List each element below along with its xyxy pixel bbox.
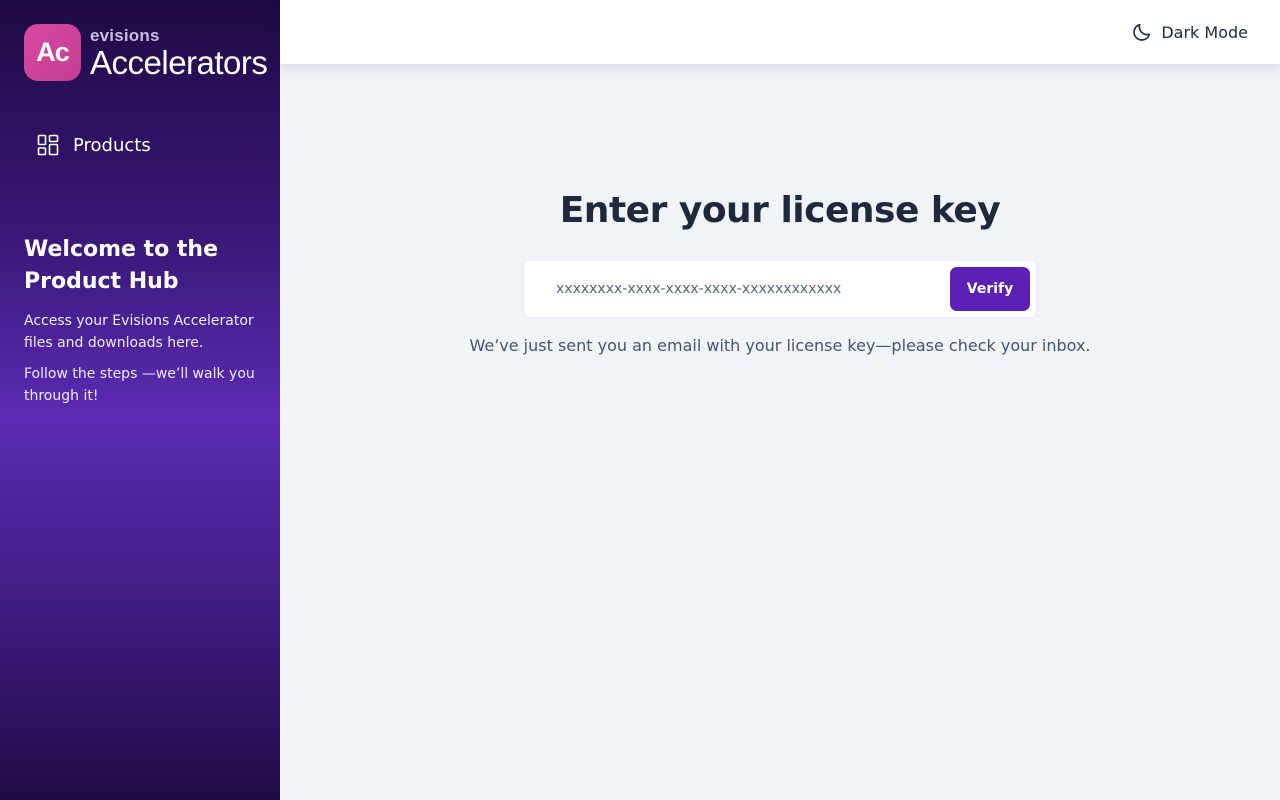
welcome-text-1: Access your Evisions Accelerator files a… [24, 313, 254, 351]
welcome-title: Welcome to the Product Hub [24, 237, 218, 294]
sidebar-item-products[interactable]: Products [36, 133, 151, 157]
dark-mode-label: Dark Mode [1161, 22, 1248, 42]
license-key-form: Verify [524, 261, 1036, 317]
moon-icon [1131, 21, 1153, 43]
app-root: Ac evisions Accelerators Products Welcom… [0, 0, 1280, 800]
sidebar: Ac evisions Accelerators Products Welcom… [0, 0, 280, 800]
verify-button[interactable]: Verify [950, 267, 1030, 311]
dark-mode-toggle[interactable]: Dark Mode [1131, 21, 1248, 43]
page-title: Enter your license key [559, 190, 1001, 231]
license-section: Enter your license key Verify We’ve just… [280, 190, 1280, 355]
brand-logo[interactable]: Ac evisions Accelerators [24, 24, 268, 81]
welcome-panel: Welcome to the Product Hub Access your E… [24, 234, 260, 407]
license-key-input[interactable] [556, 281, 936, 297]
email-sent-hint: We’ve just sent you an email with your l… [469, 336, 1091, 355]
sidebar-item-label: Products [73, 134, 151, 156]
top-bar: Dark Mode [280, 0, 1280, 64]
logo-badge: Ac [24, 24, 81, 81]
logo-product: Accelerators [90, 44, 268, 81]
welcome-text-2: Follow the steps —we’ll walk you through… [24, 366, 255, 404]
logo-company: evisions [90, 26, 160, 45]
logo-text: evisions Accelerators [90, 24, 268, 81]
grid-dashboard-icon [36, 133, 60, 157]
main-area: Dark Mode Enter your license key Verify … [280, 0, 1280, 800]
